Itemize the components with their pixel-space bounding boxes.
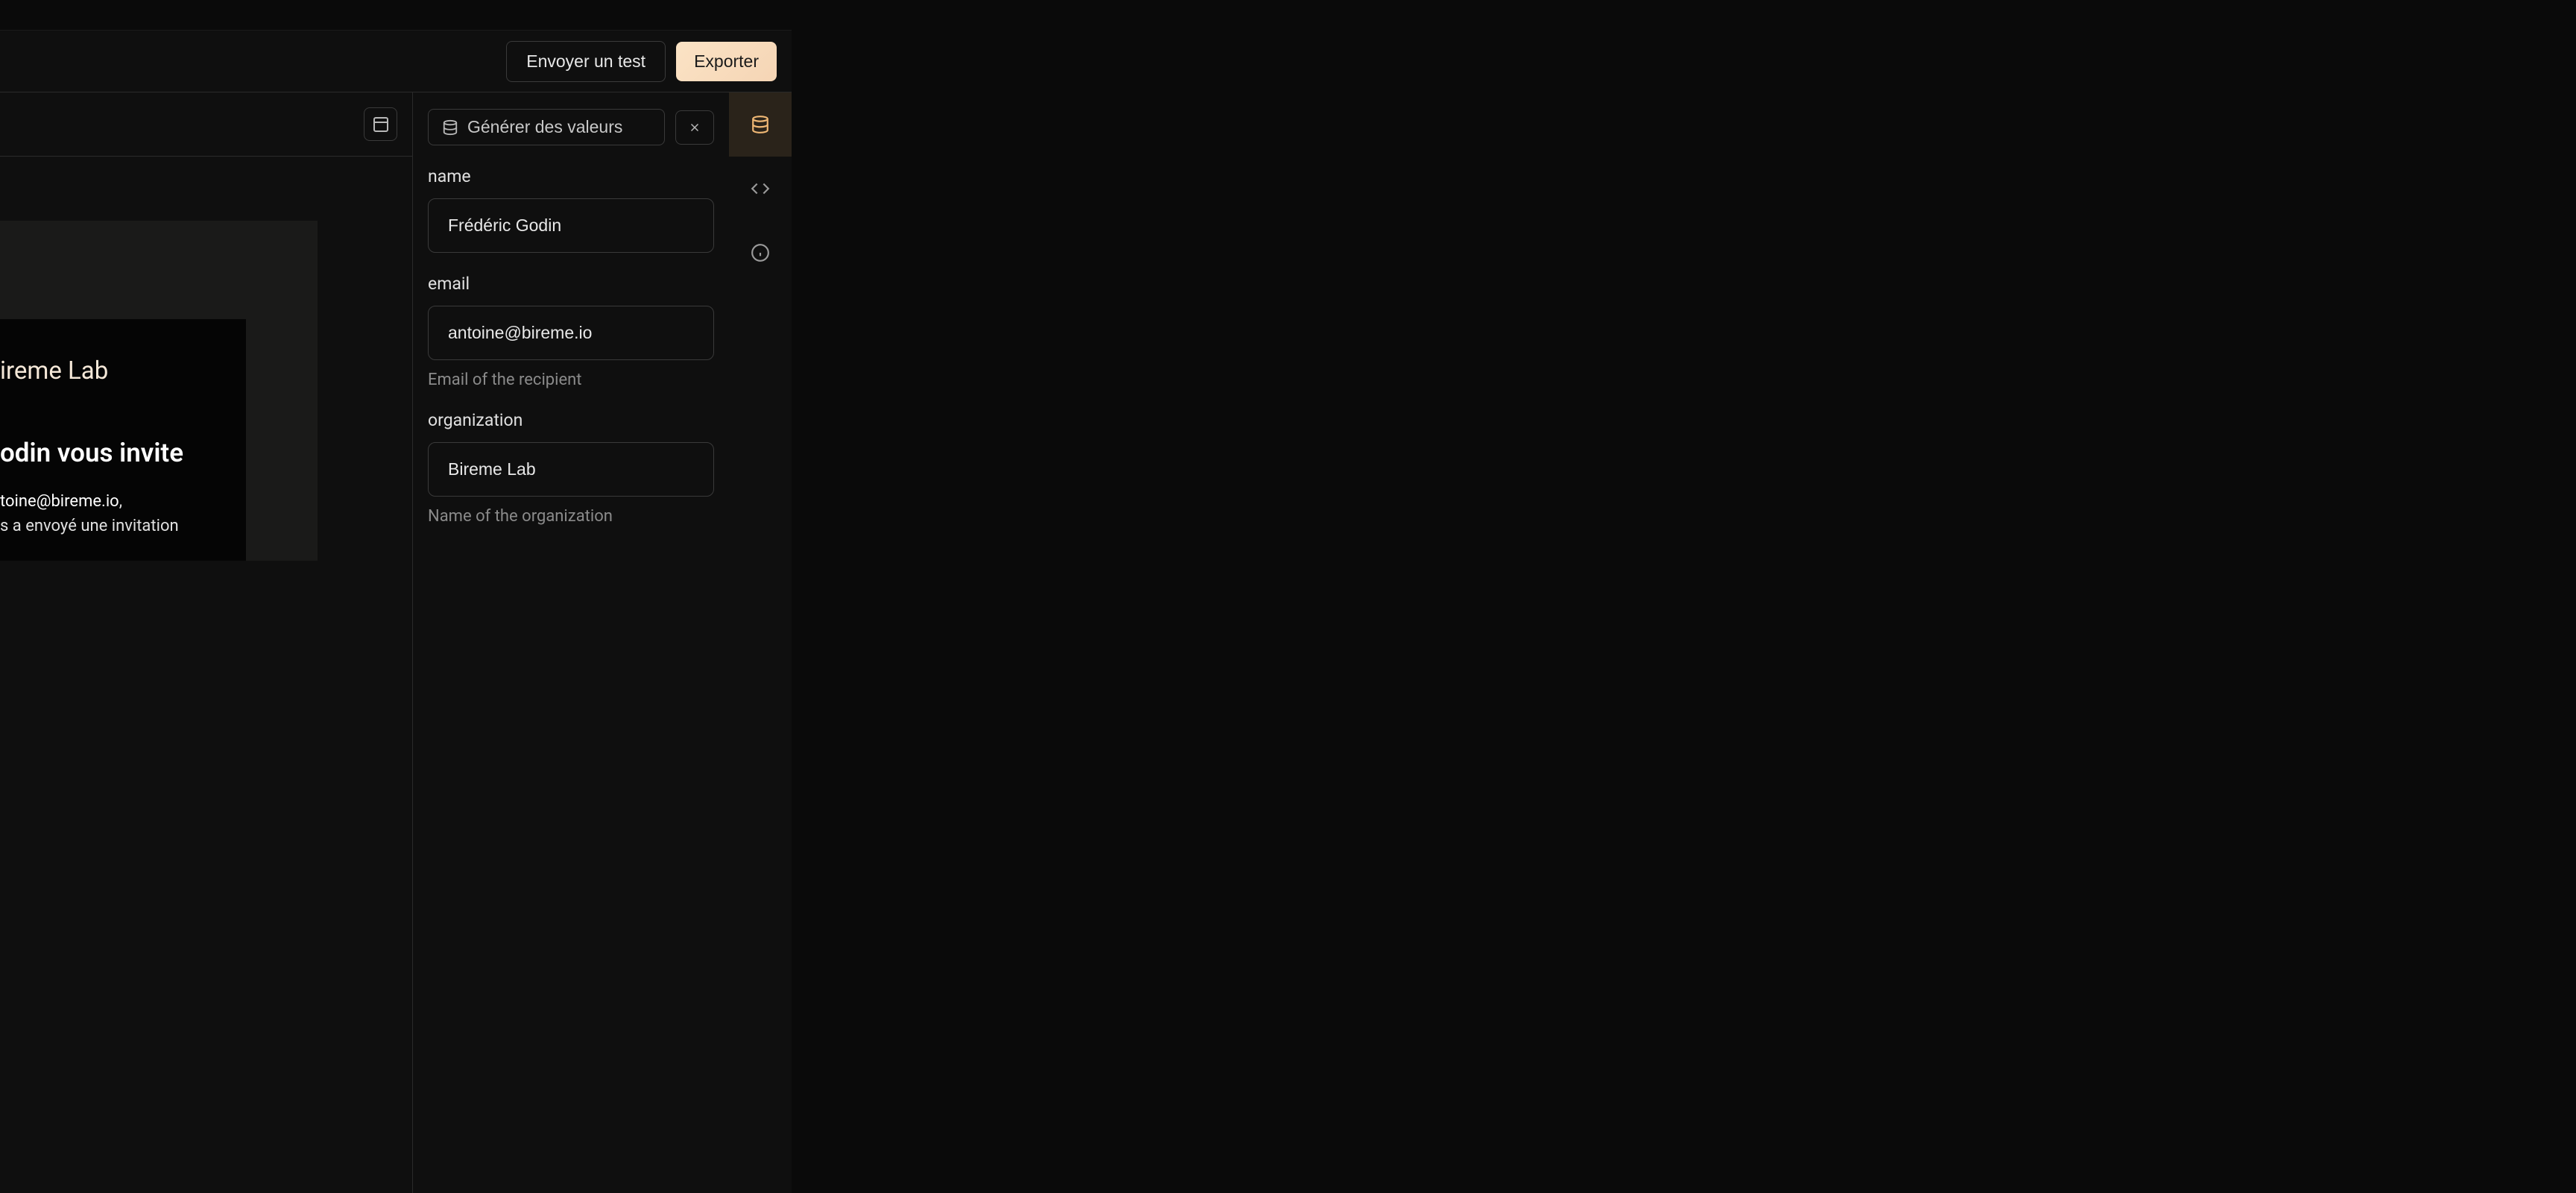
name-input[interactable] xyxy=(428,198,714,253)
email-logo: ireme Lab xyxy=(0,356,246,385)
field-organization: organization Name of the organization xyxy=(428,410,714,526)
field-email: email Email of the recipient xyxy=(428,274,714,389)
send-test-button[interactable]: Envoyer un test xyxy=(506,41,666,82)
code-icon xyxy=(751,179,770,198)
close-icon xyxy=(688,121,701,134)
panel-header: Générer des valeurs xyxy=(428,107,714,145)
email-title: odin vous invite xyxy=(0,438,246,468)
organization-input[interactable] xyxy=(428,442,714,497)
variables-panel: Générer des valeurs name email Email of … xyxy=(413,92,729,1193)
database-icon xyxy=(751,115,770,134)
email-body: toine@bireme.io, s a envoyé une invitati… xyxy=(0,489,246,538)
email-line2: s a envoyé une invitation xyxy=(0,517,179,535)
database-icon xyxy=(442,119,458,136)
name-label: name xyxy=(428,166,714,186)
rail-code-button[interactable] xyxy=(729,157,792,221)
layout-icon xyxy=(372,116,390,133)
generate-values-label: Générer des valeurs xyxy=(467,117,622,137)
rail-variables-button[interactable] xyxy=(729,92,792,157)
header: Envoyer un test Exporter xyxy=(0,31,792,92)
field-name: name xyxy=(428,166,714,253)
email-preview: ireme Lab odin vous invite toine@bireme.… xyxy=(0,221,318,561)
email-input[interactable] xyxy=(428,306,714,360)
info-icon xyxy=(751,243,770,262)
close-panel-button[interactable] xyxy=(675,110,714,145)
layout-toggle-button[interactable] xyxy=(364,107,397,141)
app-container: Envoyer un test Exporter ireme Lab odin … xyxy=(0,0,792,1193)
export-button[interactable]: Exporter xyxy=(676,42,777,81)
top-band xyxy=(0,0,792,31)
email-comma: , xyxy=(119,492,122,511)
generate-values-button[interactable]: Générer des valeurs xyxy=(428,109,665,145)
main-area: ireme Lab odin vous invite toine@bireme.… xyxy=(0,92,413,1193)
organization-hint: Name of the organization xyxy=(428,507,714,526)
toolbar-row xyxy=(0,92,412,157)
right-rail xyxy=(729,92,792,1193)
organization-label: organization xyxy=(428,410,714,430)
workspace: ireme Lab odin vous invite toine@bireme.… xyxy=(0,92,792,1193)
email-hint: Email of the recipient xyxy=(428,371,714,389)
email-label: email xyxy=(428,274,714,294)
email-recipient-email: toine@bireme.io xyxy=(0,492,119,511)
rail-info-button[interactable] xyxy=(729,221,792,285)
email-card: ireme Lab odin vous invite toine@bireme.… xyxy=(0,319,246,561)
